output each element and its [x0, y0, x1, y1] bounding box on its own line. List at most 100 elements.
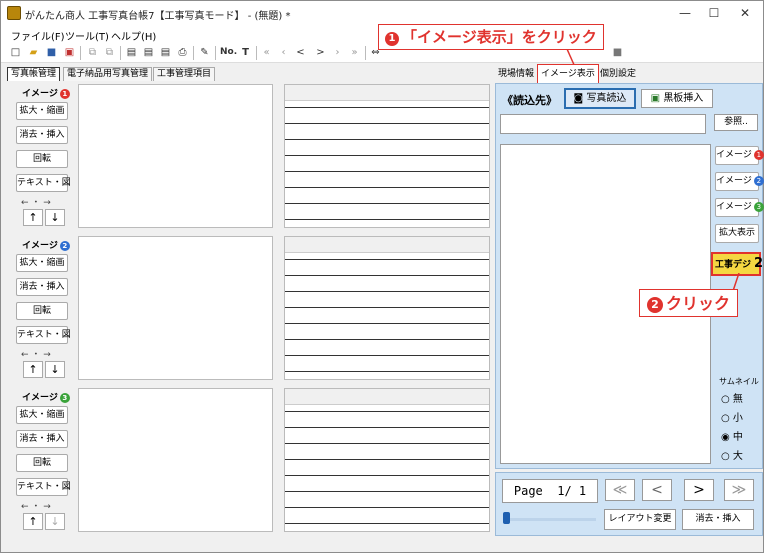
info-area-3[interactable] — [284, 388, 490, 532]
text-figure-button-3[interactable]: テキスト・図 — [16, 478, 71, 496]
pdf-icon[interactable]: ▣ — [63, 46, 76, 59]
camera-icon: ◙ — [573, 93, 587, 104]
thumb-option-small[interactable]: ○ 小 — [721, 409, 743, 424]
tab-construction-items[interactable]: 工事管理項目 — [153, 67, 216, 81]
app-window: がんたん商人 工事写真台帳7【工事写真モード】 - (無題) * — ☐ ✕ フ… — [0, 0, 764, 553]
radio-icon: ○ — [721, 451, 733, 462]
open-folder-icon[interactable]: ▰ — [27, 46, 40, 59]
window-title: がんたん商人 工事写真台帳7【工事写真モード】 - (無題) * — [25, 11, 291, 22]
image-1-badge-icon: 1 — [753, 150, 764, 160]
first-page-button[interactable]: ≪ — [605, 479, 635, 501]
prev-icon[interactable]: < — [294, 46, 307, 59]
minimize-button[interactable]: — — [669, 3, 701, 23]
up-button-3[interactable]: ↑ — [23, 513, 43, 530]
menu-file[interactable]: ファイル(F) — [11, 28, 65, 43]
extra-icon[interactable]: ■ — [611, 46, 624, 59]
tab-photo-book[interactable]: 写真帳管理 — [7, 67, 61, 81]
info-area-2[interactable] — [284, 236, 490, 380]
badge-2-icon: 2 — [59, 241, 70, 251]
up-button-2[interactable]: ↑ — [23, 361, 43, 378]
erase-insert-button-1[interactable]: 消去・挿入 — [16, 126, 68, 144]
settings-icon[interactable]: ✎ — [198, 46, 211, 59]
next-block-icon[interactable]: › — [331, 46, 344, 59]
prev-block-icon[interactable]: ‹ — [277, 46, 290, 59]
paste-icon[interactable]: ⧉ — [103, 46, 116, 59]
group-2-label: イメージ 2 — [22, 238, 70, 251]
photo-slot-2[interactable] — [78, 236, 273, 380]
rotate-button-2[interactable]: 回転 — [16, 302, 68, 320]
image-2-badge-icon: 2 — [753, 176, 764, 186]
zoom-slider-handle[interactable] — [503, 512, 510, 524]
thumb-option-none[interactable]: ○ 無 — [721, 390, 743, 405]
thumbnail-label: サムネイル — [719, 377, 759, 386]
group-1-label: イメージ 1 — [22, 86, 70, 99]
down-button-2[interactable]: ↓ — [45, 361, 65, 378]
board-insert-button[interactable]: ▣ 黒板挿入 — [641, 89, 713, 108]
page-indicator: Page 1/ 1 — [502, 479, 598, 503]
preview-icon[interactable]: ▤ — [125, 46, 138, 59]
down-button-1[interactable]: ↓ — [45, 209, 65, 226]
layout-change-button[interactable]: レイアウト変更 — [604, 509, 676, 530]
last-page-button[interactable]: ≫ — [724, 479, 754, 501]
erase-insert-button-3[interactable]: 消去・挿入 — [16, 430, 68, 448]
last-page-icon[interactable]: » — [348, 46, 361, 59]
info-area-1[interactable] — [284, 84, 490, 228]
font-icon[interactable]: T — [239, 46, 252, 59]
photo-slot-3[interactable] — [78, 388, 273, 532]
next-page-button[interactable]: > — [684, 479, 714, 501]
print-icon[interactable]: ⎙ — [176, 46, 189, 59]
image-3-button[interactable]: イメージ 3 — [715, 198, 764, 217]
new-file-icon[interactable]: □ — [9, 46, 22, 59]
zoom-slider-track[interactable] — [506, 518, 596, 521]
zoom-button-1[interactable]: 拡大・縮画 — [16, 102, 68, 120]
zoom-button-3[interactable]: 拡大・縮画 — [16, 406, 68, 424]
arrow-row-2[interactable]: ← ・ → — [21, 347, 51, 360]
image-1-button[interactable]: イメージ 1 — [715, 146, 764, 165]
erase-insert-button-2[interactable]: 消去・挿入 — [16, 278, 68, 296]
maximize-button[interactable]: ☐ — [698, 3, 730, 23]
title-bar: がんたん商人 工事写真台帳7【工事写真モード】 - (無題) * — ☐ ✕ — [1, 1, 763, 25]
tab-individual-settings[interactable]: 個別設定 — [597, 67, 639, 83]
save-icon[interactable]: ■ — [45, 46, 58, 59]
text-figure-button-1[interactable]: テキスト・図 — [16, 174, 71, 192]
badge-3-icon: 3 — [59, 393, 70, 403]
app-icon — [7, 6, 21, 20]
tab-image-display[interactable]: イメージ表示 — [537, 64, 599, 83]
menu-tools[interactable]: ツール(T) — [65, 28, 109, 43]
close-button[interactable]: ✕ — [729, 3, 761, 23]
copy-icon[interactable]: ⧉ — [86, 46, 99, 59]
rotate-button-1[interactable]: 回転 — [16, 150, 68, 168]
thumb-option-large[interactable]: ○ 大 — [721, 447, 743, 462]
callout-1-number: 1 — [385, 32, 399, 46]
image-2-button[interactable]: イメージ 2 — [715, 172, 764, 191]
browse-button[interactable]: 参照.. — [714, 114, 758, 131]
arrow-row-3[interactable]: ← ・ → — [21, 499, 51, 512]
zoom-button-2[interactable]: 拡大・縮画 — [16, 254, 68, 272]
first-page-icon[interactable]: « — [260, 46, 273, 59]
thumb-option-medium[interactable]: ◉ 中 — [721, 428, 743, 443]
rotate-button-3[interactable]: 回転 — [16, 454, 68, 472]
menu-help[interactable]: ヘルプ(H) — [111, 28, 156, 43]
number-icon[interactable]: No. — [220, 46, 237, 59]
group-3-label: イメージ 3 — [22, 390, 70, 403]
image-3-badge-icon: 3 — [753, 202, 764, 212]
prev-page-button[interactable]: < — [642, 479, 672, 501]
navigation-panel: Page 1/ 1 ≪ < > ≫ レイアウト変更 消去・挿入 — [495, 472, 763, 536]
preview2-icon[interactable]: ▤ — [142, 46, 155, 59]
erase-insert-nav-button[interactable]: 消去・挿入 — [682, 509, 754, 530]
up-button-1[interactable]: ↑ — [23, 209, 43, 226]
tab-site-info[interactable]: 現場情報 — [495, 67, 537, 83]
preview3-icon[interactable]: ▤ — [159, 46, 172, 59]
photo-load-button[interactable]: ◙ 写真読込 — [564, 88, 636, 109]
next-icon[interactable]: > — [314, 46, 327, 59]
tab-electronic-photo[interactable]: 電子納品用写真管理 — [63, 67, 153, 81]
down-button-3[interactable]: ↓ — [45, 513, 65, 530]
photo-slot-1[interactable] — [78, 84, 273, 228]
zoom-display-button[interactable]: 拡大表示 — [715, 224, 759, 243]
text-figure-button-2[interactable]: テキスト・図 — [16, 326, 71, 344]
callout-1-text: 「イメージ表示」をクリック — [402, 28, 597, 46]
source-path-field[interactable] — [500, 114, 706, 134]
arrow-row-1[interactable]: ← ・ → — [21, 195, 51, 208]
image-display-panel: 《読込先》 ◙ 写真読込 ▣ 黒板挿入 参照.. イメージ 1 イメージ 2 イメー… — [495, 83, 764, 469]
callout-step-2: 2 クリック — [639, 289, 739, 317]
